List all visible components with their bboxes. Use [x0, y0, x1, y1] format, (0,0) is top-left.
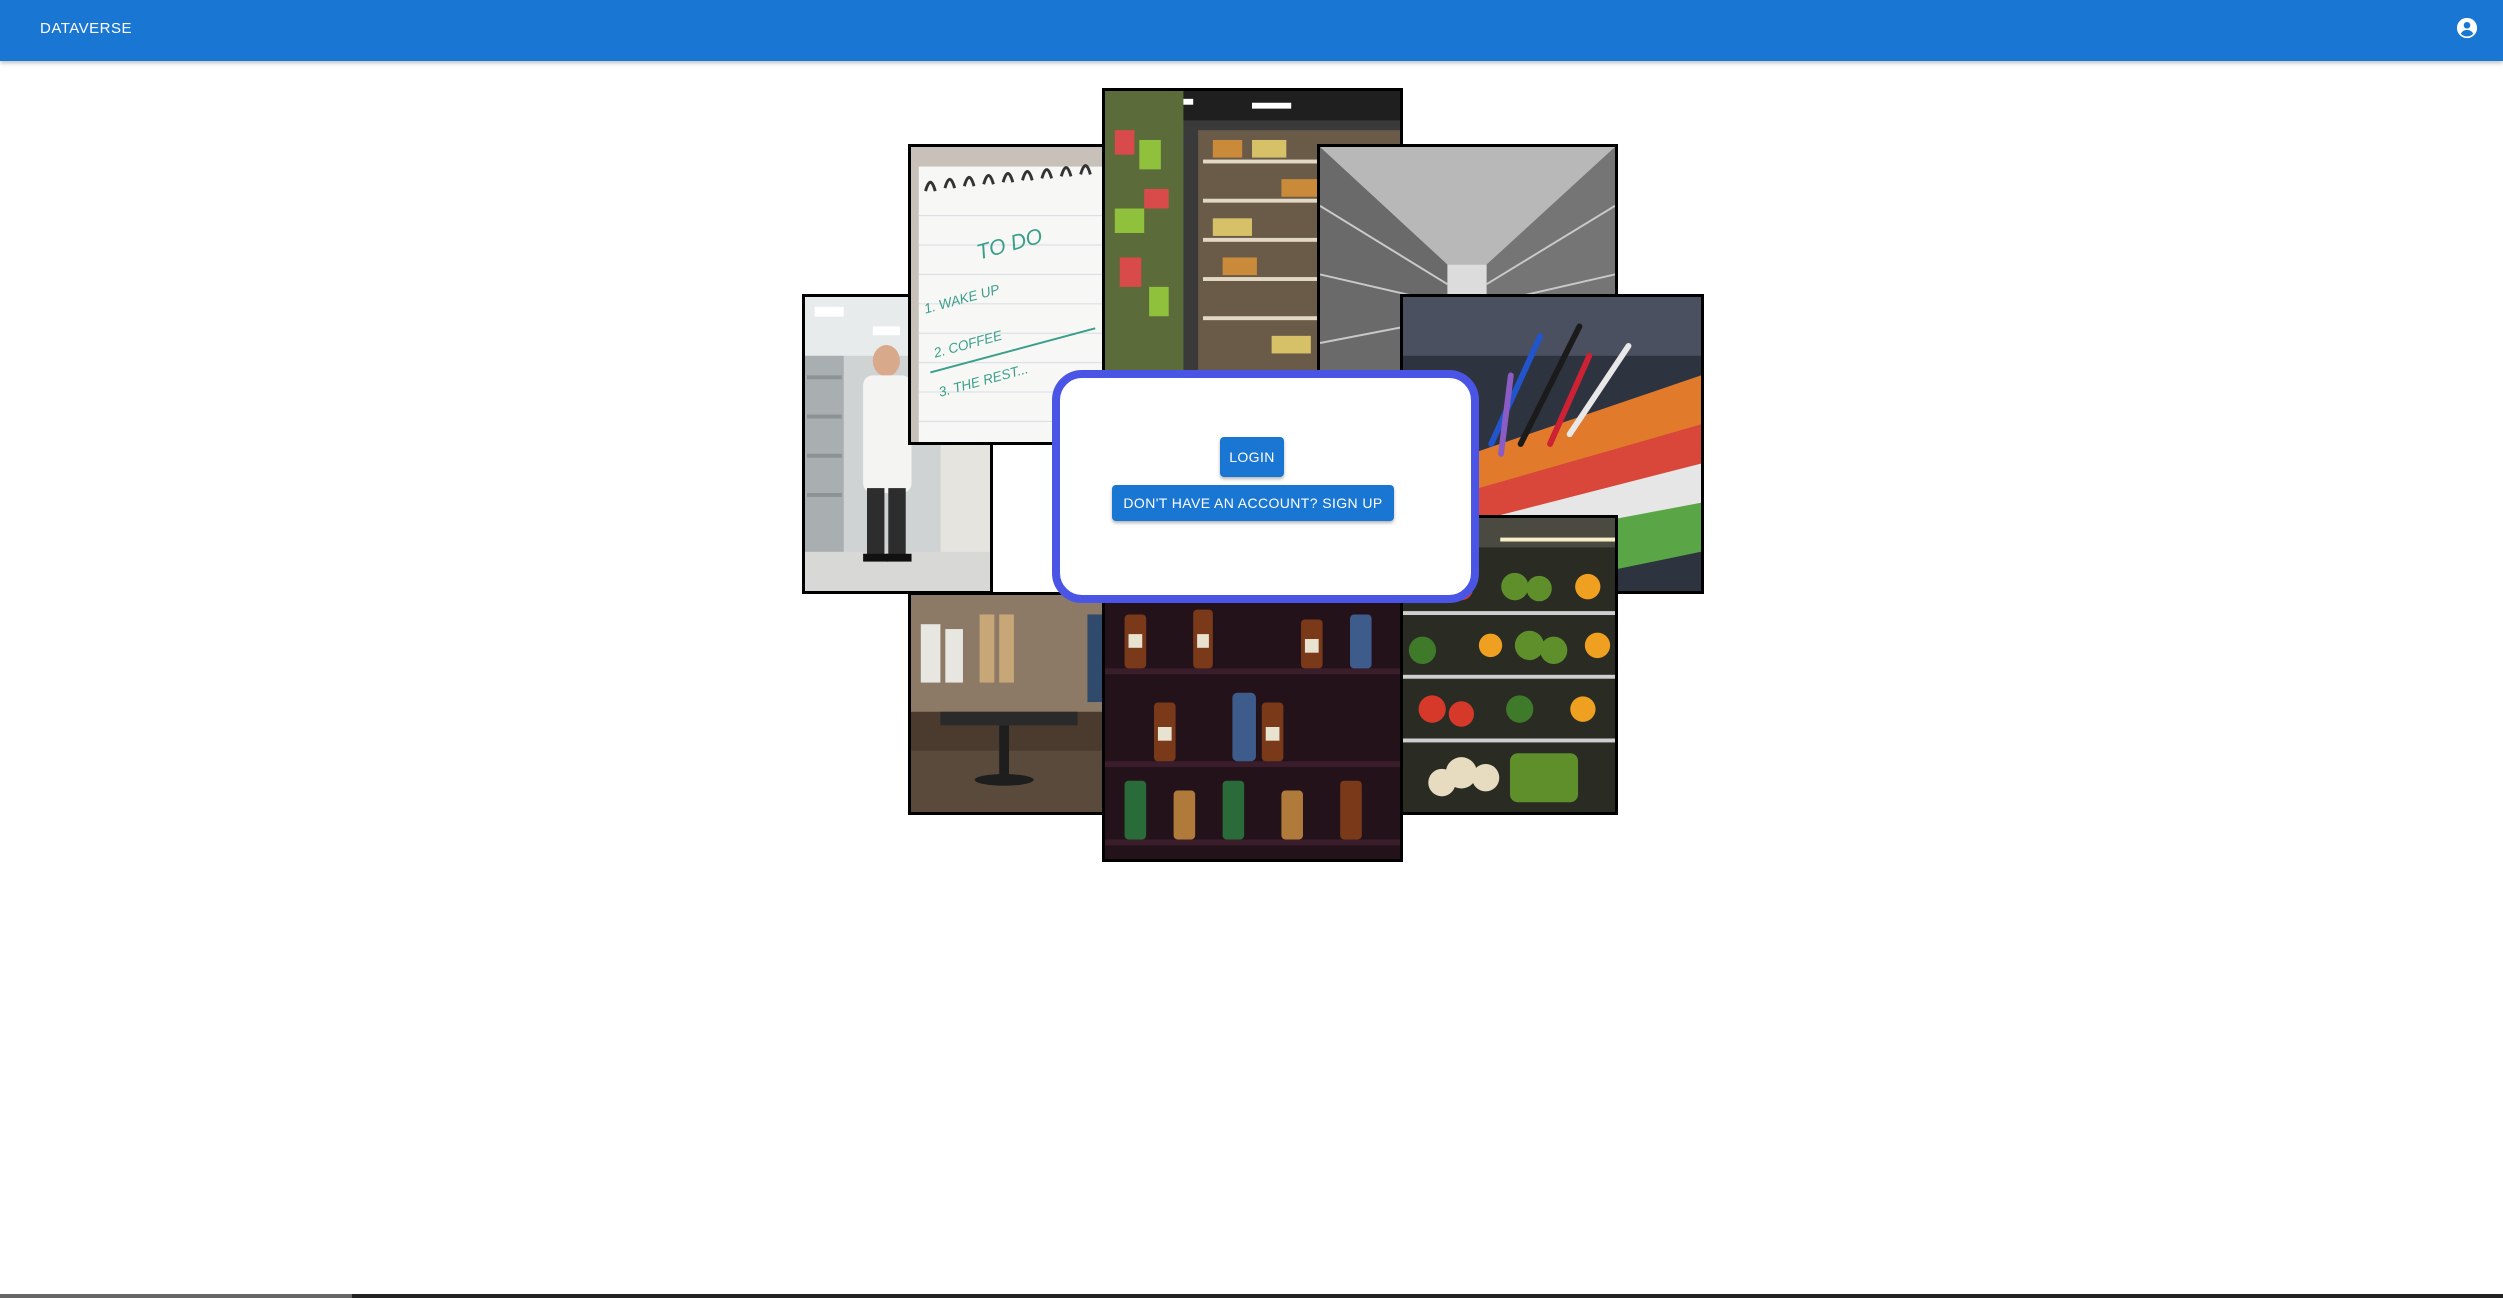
app-title: DATAVERSE — [40, 20, 133, 37]
account-button[interactable] — [2452, 15, 2482, 45]
account-circle-icon — [2456, 17, 2478, 44]
liquor-shelf-photo — [1102, 592, 1403, 862]
login-button[interactable]: LOGIN — [1220, 437, 1284, 477]
app-bar: DATAVERSE — [0, 0, 2503, 61]
auth-card: LOGIN DON'T HAVE AN ACCOUNT? SIGN UP — [1052, 370, 1479, 603]
bottom-scrollbar — [0, 1294, 2503, 1298]
scrollbar-thumb[interactable] — [0, 1294, 352, 1298]
signup-button[interactable]: DON'T HAVE AN ACCOUNT? SIGN UP — [1112, 485, 1394, 521]
